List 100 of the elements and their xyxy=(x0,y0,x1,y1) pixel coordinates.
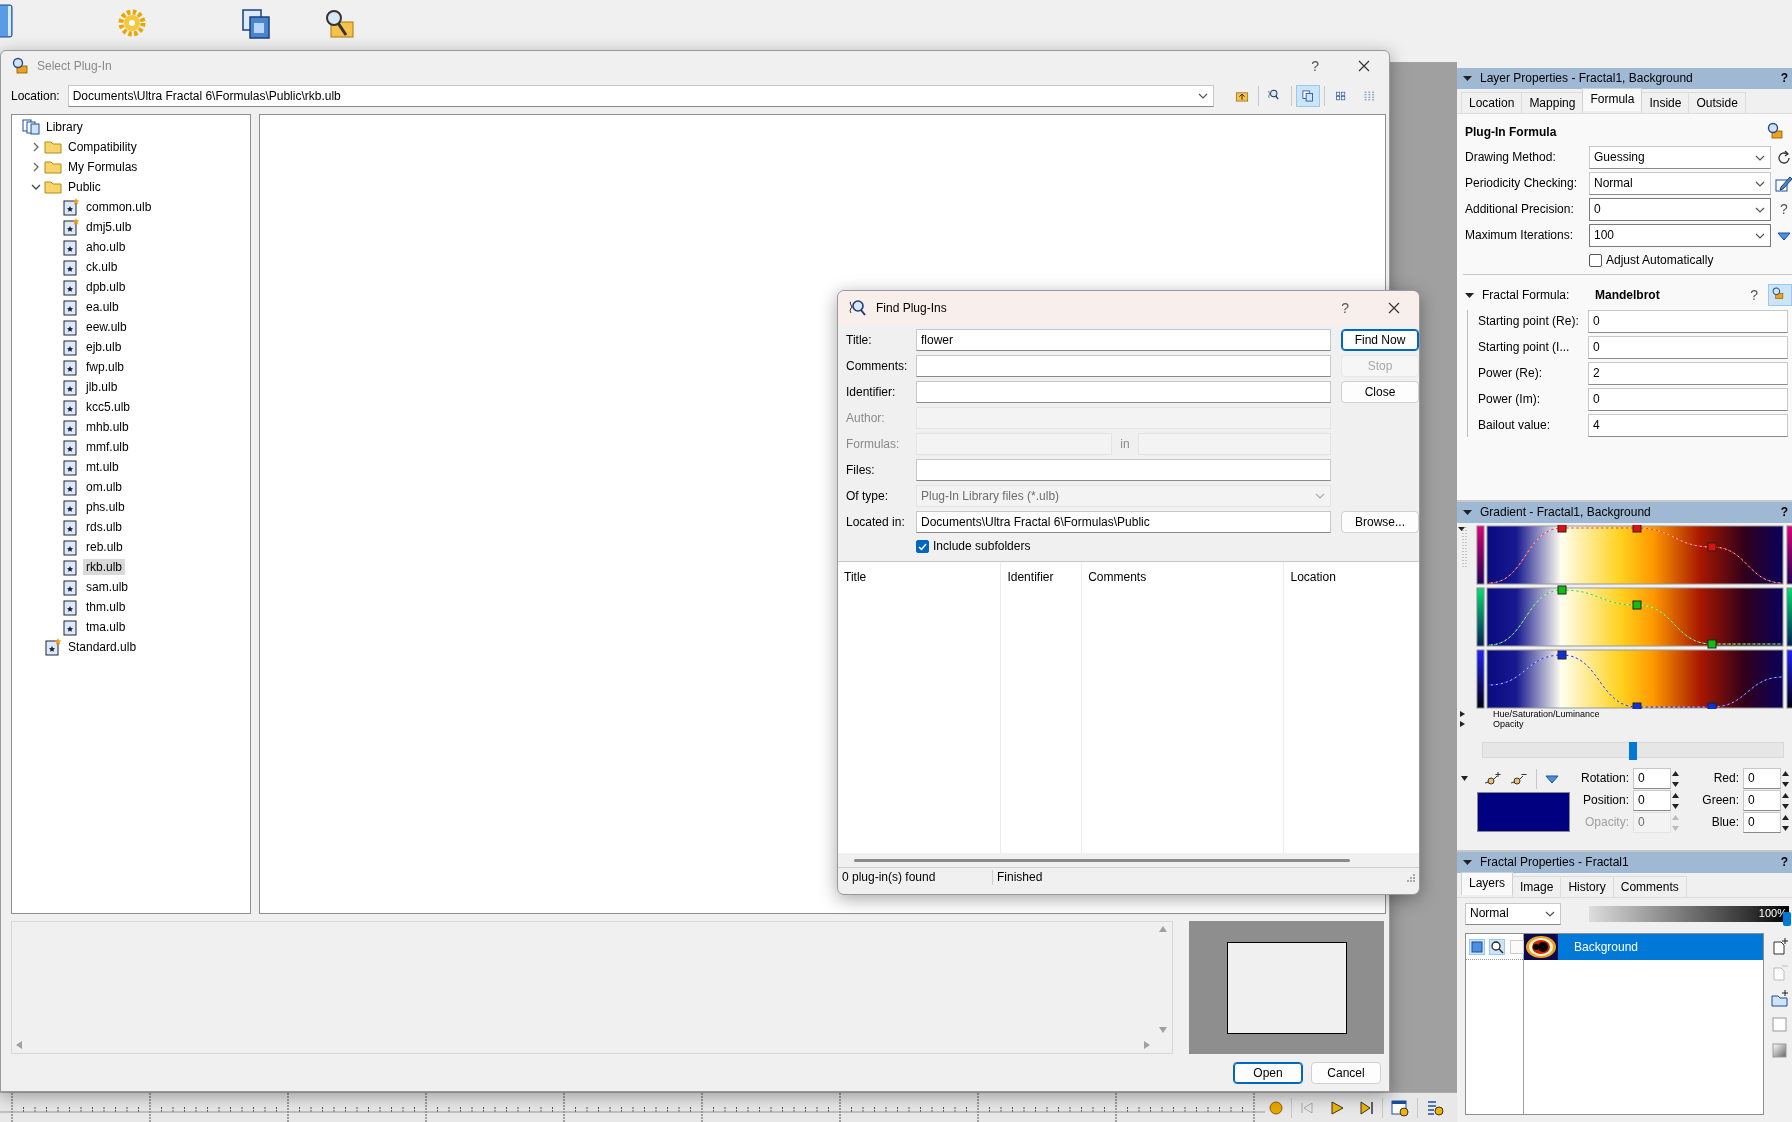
tree-item[interactable]: om.ulb xyxy=(83,478,126,496)
caret-icon[interactable] xyxy=(1461,776,1468,781)
chevron-icon[interactable] xyxy=(31,141,41,152)
play-icon[interactable] xyxy=(1330,1100,1344,1115)
zoom-icon[interactable] xyxy=(1489,938,1505,955)
dropdown[interactable]: Guessing xyxy=(1589,146,1771,169)
combo-field[interactable]: 0 xyxy=(1589,198,1771,221)
tab[interactable]: Location xyxy=(1461,91,1523,113)
tree-item[interactable]: reb.ulb xyxy=(83,538,126,556)
input-field[interactable] xyxy=(916,459,1331,481)
input-field[interactable]: flower xyxy=(916,329,1331,351)
input-field[interactable]: 0 xyxy=(1588,310,1788,333)
tree-item[interactable]: kcc5.ulb xyxy=(83,398,134,416)
tab[interactable]: Comments xyxy=(1612,875,1687,897)
tab[interactable]: History xyxy=(1560,875,1614,897)
tree-item[interactable]: thm.ulb xyxy=(83,598,129,616)
section-label[interactable]: Hue/Saturation/Luminance xyxy=(1493,709,1600,719)
slider-thumb[interactable] xyxy=(1783,911,1791,926)
list-clock-icon[interactable] xyxy=(1426,1098,1444,1117)
tree-item[interactable]: fwp.ulb xyxy=(83,358,128,376)
panel-header[interactable]: Gradient - Fractal1, Background ? xyxy=(1457,502,1792,523)
caret-icon[interactable] xyxy=(1463,76,1472,81)
spinner-arrows[interactable] xyxy=(1781,768,1790,789)
tree-item[interactable]: Standard.ulb xyxy=(65,638,140,656)
input-field[interactable]: 0 xyxy=(1633,768,1671,789)
color-swatch[interactable] xyxy=(1477,791,1570,832)
spinner-arrows[interactable] xyxy=(1781,790,1790,811)
document-icon[interactable] xyxy=(0,4,14,38)
tree-item[interactable]: dmj5.ulb xyxy=(83,218,135,236)
help-button[interactable]: ? xyxy=(1335,299,1355,317)
new-folder-icon[interactable] xyxy=(1770,989,1789,1007)
input-field[interactable]: 0 xyxy=(1633,790,1671,811)
input-field[interactable]: 0 xyxy=(1588,336,1788,359)
caret-icon[interactable] xyxy=(1465,292,1474,298)
tab[interactable]: Formula xyxy=(1582,87,1643,111)
tree-item[interactable]: eew.ulb xyxy=(83,318,130,336)
calendar-clock-icon[interactable] xyxy=(1391,1098,1409,1117)
gradient-layer-icon[interactable] xyxy=(1770,1041,1789,1059)
expand-triangle-icon[interactable] xyxy=(1460,711,1465,717)
tree-item[interactable]: common.ulb xyxy=(83,198,155,216)
input-field[interactable]: 2 xyxy=(1588,362,1788,385)
tree-item[interactable]: sam.ulb xyxy=(83,578,132,596)
tree-item[interactable]: tma.ulb xyxy=(83,618,129,636)
checkbox[interactable] xyxy=(916,539,929,553)
spinner-arrows[interactable] xyxy=(1671,790,1680,811)
dropdown-triangle-icon[interactable] xyxy=(1777,230,1791,241)
dropdown[interactable]: Normal xyxy=(1589,172,1771,195)
layer-visible-icon[interactable] xyxy=(1469,938,1485,955)
position-slider[interactable] xyxy=(1482,742,1784,758)
dialog-button[interactable]: Cancel xyxy=(1311,1061,1381,1084)
input-field[interactable]: 0 xyxy=(1743,790,1781,811)
add-marker-icon[interactable] xyxy=(1484,770,1502,787)
tree-item[interactable]: ejb.ulb xyxy=(83,338,125,356)
spinner-arrows[interactable] xyxy=(1781,812,1790,833)
gradient-editor-drawing[interactable] xyxy=(1457,525,1792,709)
refresh-icon[interactable] xyxy=(1776,149,1792,166)
panel-header[interactable]: Fractal Properties - Fractal1 ? xyxy=(1457,852,1792,873)
blend-mode-select[interactable]: Normal xyxy=(1465,902,1561,925)
layer-row[interactable]: Background xyxy=(1524,934,1763,960)
tree-item[interactable]: mt.ulb xyxy=(83,458,122,476)
tree-item[interactable]: dpb.ulb xyxy=(83,278,129,296)
input-field[interactable] xyxy=(916,355,1331,377)
plugin-browser-icon[interactable] xyxy=(1768,284,1792,306)
dialog-button[interactable]: Open xyxy=(1233,1061,1303,1084)
tree-item[interactable]: mmf.ulb xyxy=(83,438,132,456)
column-header[interactable]: Identifier xyxy=(1007,570,1054,584)
tree-item[interactable]: Public xyxy=(65,178,104,196)
location-field[interactable]: Documents\Ultra Fractal 6\Formulas\Public\rkb.ulb xyxy=(67,84,1214,107)
tab[interactable]: Mapping xyxy=(1521,91,1584,113)
tab[interactable]: Outside xyxy=(1688,91,1746,113)
tab[interactable]: Image xyxy=(1512,875,1562,897)
input-field[interactable]: 4 xyxy=(1588,414,1788,437)
slider-thumb[interactable] xyxy=(1629,742,1637,760)
tree-item[interactable]: phs.ulb xyxy=(83,498,128,516)
caret-icon[interactable] xyxy=(1463,860,1472,865)
tree-item[interactable]: My Formulas xyxy=(65,158,141,176)
help-button[interactable]: ? xyxy=(1744,286,1764,304)
column-header[interactable]: Comments xyxy=(1088,570,1147,584)
tab[interactable]: Inside xyxy=(1641,91,1690,113)
close-icon[interactable] xyxy=(1387,301,1401,315)
column-header[interactable]: Location xyxy=(1290,570,1336,584)
browse-button[interactable]: Browse... xyxy=(1341,511,1419,533)
input-field[interactable] xyxy=(916,381,1331,403)
tree-item[interactable]: aho.ulb xyxy=(83,238,129,256)
tree-item[interactable]: Library xyxy=(43,118,86,136)
scrollbar-thumb[interactable] xyxy=(854,858,1350,862)
column-header[interactable]: Title xyxy=(844,570,867,584)
input-field[interactable]: 0 xyxy=(1743,768,1781,789)
tab[interactable]: Layers xyxy=(1461,871,1514,895)
chevron-icon[interactable] xyxy=(31,161,41,172)
checkbox[interactable] xyxy=(1589,253,1602,267)
dropdown-triangle-icon[interactable] xyxy=(1545,773,1559,784)
panel-header[interactable]: Layer Properties - Fractal1, Background ? xyxy=(1457,68,1792,89)
tree-item[interactable]: mhb.ulb xyxy=(83,418,132,436)
tree-item[interactable]: rkb.ulb xyxy=(83,558,126,576)
last-frame-icon[interactable] xyxy=(1360,1100,1374,1115)
tree-item[interactable]: rds.ulb xyxy=(83,518,126,536)
tree-item[interactable]: ck.ulb xyxy=(83,258,121,276)
tree-item[interactable]: jlb.ulb xyxy=(83,378,121,396)
new-layer-icon[interactable] xyxy=(1770,937,1789,955)
